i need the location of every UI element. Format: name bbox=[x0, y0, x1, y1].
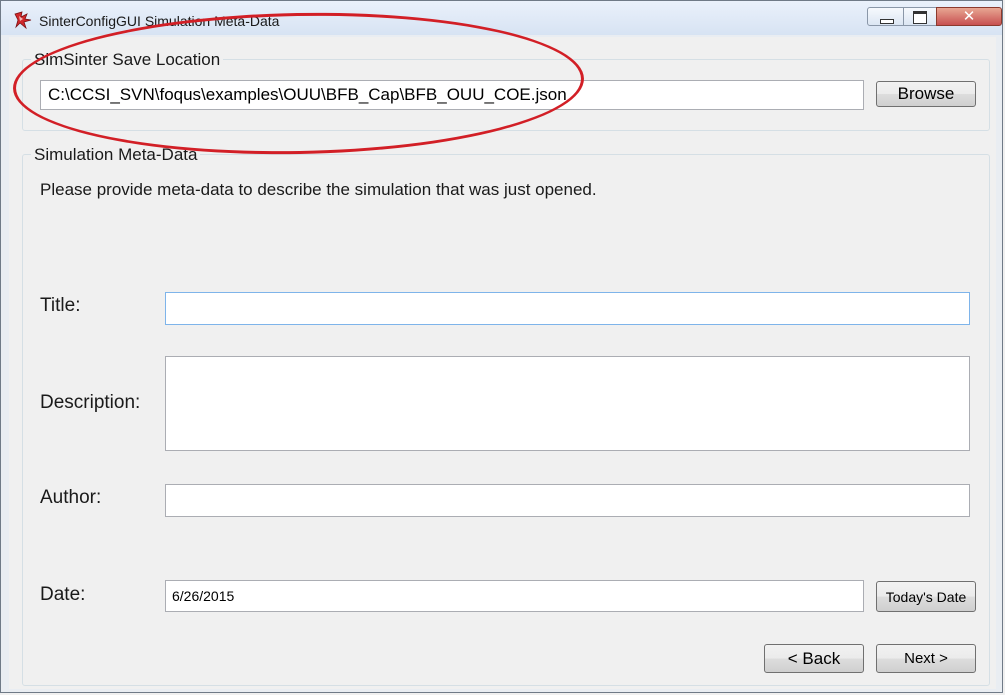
minimize-button[interactable] bbox=[867, 7, 904, 26]
title-label: Title: bbox=[40, 295, 81, 316]
browse-button[interactable]: Browse bbox=[876, 81, 976, 107]
todays-date-button[interactable]: Today's Date bbox=[876, 581, 976, 612]
next-button[interactable]: Next > bbox=[876, 644, 976, 673]
metadata-group-label: Simulation Meta-Data bbox=[31, 145, 201, 165]
next-button-label: Next > bbox=[904, 650, 948, 667]
save-path-input[interactable] bbox=[40, 80, 864, 110]
close-button[interactable]: ✕ bbox=[936, 7, 1002, 26]
back-button-label: < Back bbox=[787, 649, 841, 668]
app-logo-icon bbox=[14, 11, 32, 30]
browse-button-label: Browse bbox=[897, 84, 955, 103]
client-area: SimSinter Save Location Browse Simulatio… bbox=[9, 37, 996, 689]
instructions-text: Please provide meta-data to describe the… bbox=[40, 180, 597, 199]
description-textarea[interactable] bbox=[165, 356, 970, 451]
description-label: Description: bbox=[40, 392, 141, 413]
back-button[interactable]: < Back bbox=[764, 644, 864, 673]
title-input[interactable] bbox=[165, 292, 970, 325]
date-input[interactable] bbox=[165, 580, 864, 612]
todays-date-button-label: Today's Date bbox=[885, 589, 967, 605]
date-label: Date: bbox=[40, 584, 86, 605]
title-bar: SinterConfigGUI Simulation Meta-Data ✕ bbox=[1, 1, 1002, 35]
author-input[interactable] bbox=[165, 484, 970, 517]
save-location-group-label: SimSinter Save Location bbox=[31, 50, 224, 70]
window-title: SinterConfigGUI Simulation Meta-Data bbox=[39, 13, 280, 29]
maximize-button[interactable] bbox=[903, 7, 937, 26]
author-label: Author: bbox=[40, 487, 102, 508]
close-icon: ✕ bbox=[962, 7, 976, 25]
app-window: SinterConfigGUI Simulation Meta-Data ✕ S… bbox=[0, 0, 1003, 693]
